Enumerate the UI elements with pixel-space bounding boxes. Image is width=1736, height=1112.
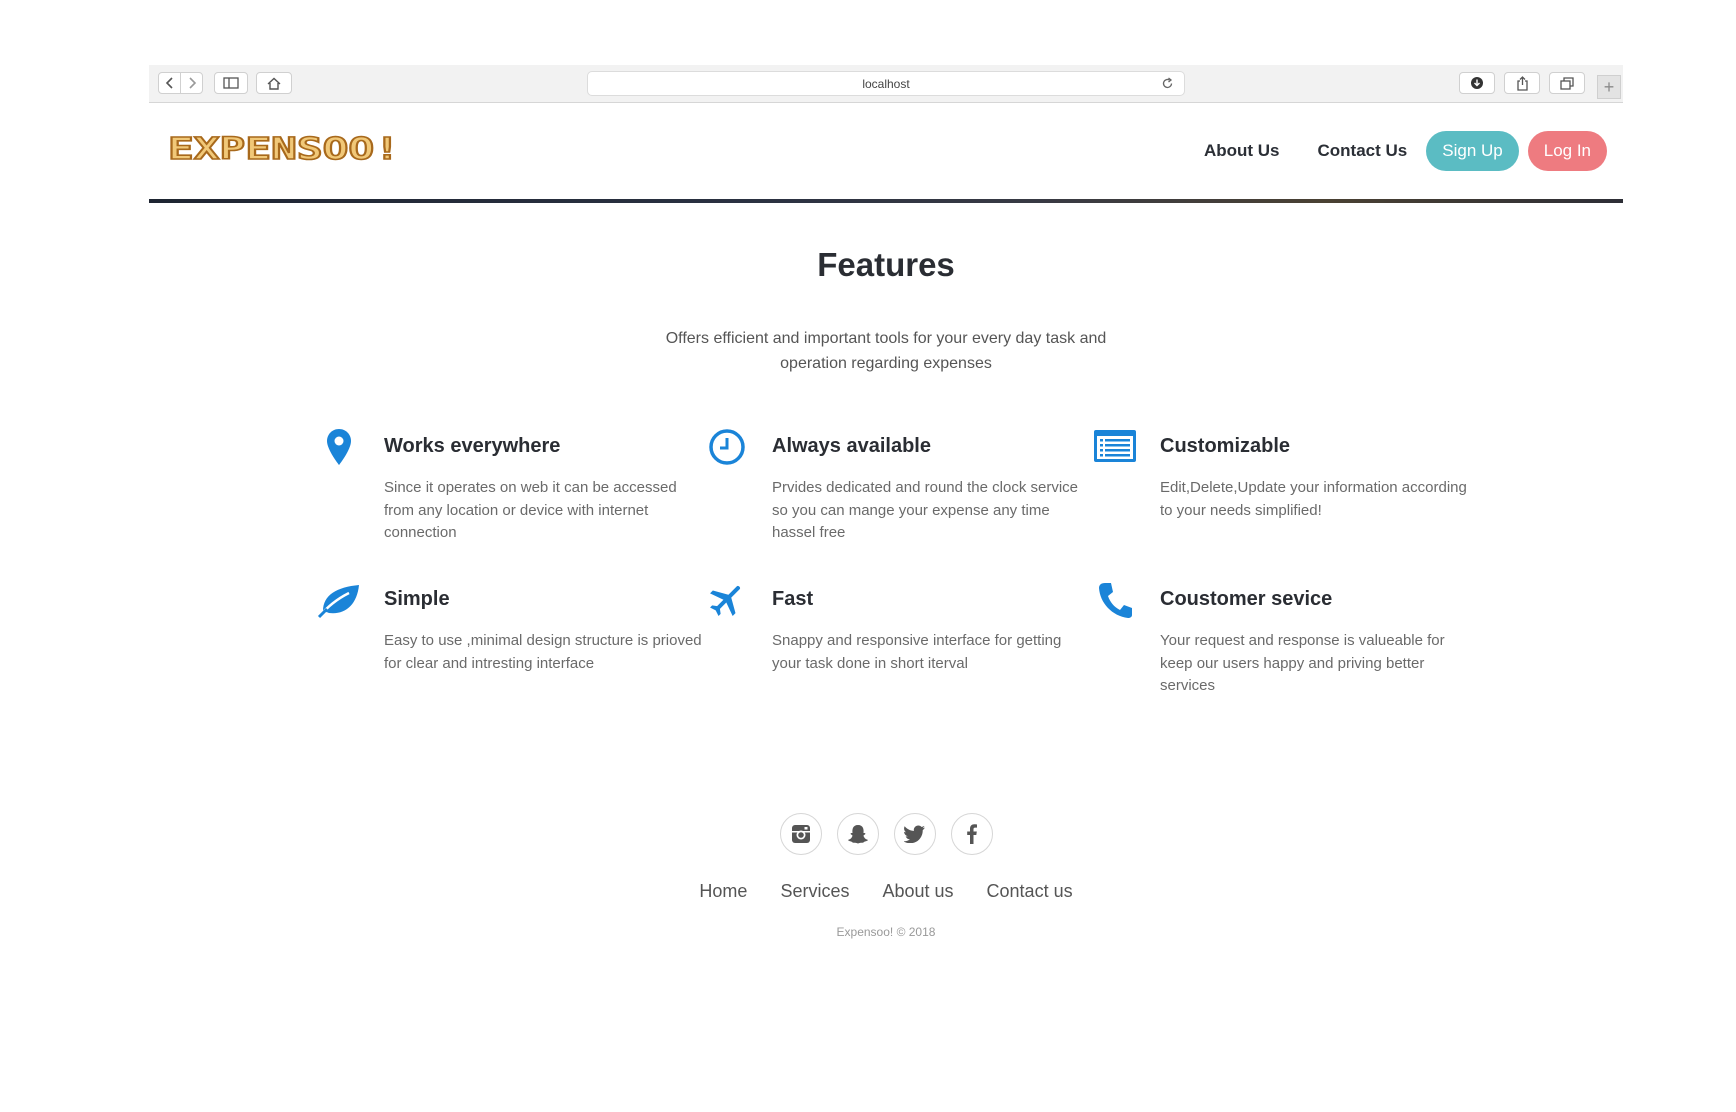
footer-nav: Home Services About us Contact us (149, 881, 1623, 902)
forward-button[interactable] (180, 72, 203, 94)
snapchat-link[interactable] (836, 813, 879, 855)
feature-title: Simple (384, 588, 450, 610)
share-button[interactable] (1504, 72, 1540, 94)
logo-text: EXPENSOO! (168, 132, 400, 167)
twitter-link[interactable] (893, 813, 936, 855)
sidebar-icon (223, 77, 239, 89)
clock-icon (702, 428, 752, 478)
feature-simple: Simple Easy to use ,minimal design struc… (317, 585, 704, 675)
features-subtitle: Offers efficient and important tools for… (665, 330, 1107, 372)
home-icon (267, 77, 281, 90)
feature-customizable: Customizable Edit,Delete,Update your inf… (1094, 430, 1480, 522)
facebook-link[interactable] (950, 813, 993, 855)
new-tab-button[interactable]: + (1597, 75, 1621, 99)
feature-text: Since it operates on web it can be acces… (384, 479, 677, 541)
list-icon (1090, 428, 1140, 478)
plus-icon: + (1603, 76, 1615, 97)
feature-title: Works everywhere (384, 435, 561, 457)
browser-toolbar: localhost + (149, 65, 1623, 103)
feature-text: Prvides dedicated and round the clock se… (772, 479, 1079, 541)
main-nav: About Us Contact Us Sign Up Log In (1204, 131, 1607, 171)
logo[interactable]: EXPENSOO! (166, 127, 406, 167)
footer-link-contact-us[interactable]: Contact us (987, 881, 1073, 902)
social-links (149, 813, 1623, 855)
leaf-icon (314, 581, 364, 631)
instagram-icon (791, 825, 810, 843)
address-text: localhost (862, 77, 910, 91)
feature-text: Snappy and responsive interface for gett… (772, 632, 1062, 672)
footer-link-about-us[interactable]: About us (882, 881, 953, 902)
header-divider (149, 199, 1623, 203)
log-in-button[interactable]: Log In (1527, 131, 1607, 171)
features-title: Features (817, 246, 955, 283)
feature-text: Easy to use ,minimal design structure is… (384, 632, 702, 672)
browser-window: localhost + EXPENSOO! About Us Contact U… (149, 65, 1623, 1065)
feature-always-available: Always available Prvides dedicated and r… (709, 429, 1092, 545)
download-button[interactable] (1459, 72, 1495, 94)
feature-title: Customizable (1160, 435, 1291, 457)
copyright-text: Expensoo! © 2018 (836, 925, 936, 939)
nav-contact-us[interactable]: Contact Us (1318, 141, 1408, 161)
share-icon (1516, 75, 1528, 91)
forward-icon (188, 77, 196, 89)
feature-fast: Fast Snappy and responsive interface for… (710, 585, 1092, 675)
sidebar-button[interactable] (214, 72, 248, 94)
download-icon (1471, 77, 1483, 89)
tabs-overview-button[interactable] (1549, 72, 1585, 94)
sign-up-button[interactable]: Sign Up (1426, 131, 1519, 171)
instagram-link[interactable] (779, 813, 822, 855)
airplane-icon (702, 581, 752, 631)
nav-about-us[interactable]: About Us (1204, 141, 1280, 161)
feature-title: Fast (772, 588, 814, 610)
phone-icon (1090, 581, 1140, 631)
site-header: EXPENSOO! About Us Contact Us Sign Up Lo… (149, 103, 1623, 195)
feature-text: Your request and response is valueable f… (1160, 632, 1445, 694)
home-button[interactable] (256, 72, 292, 94)
feature-customer-service: Coustomer sevice Your request and respon… (1099, 583, 1480, 698)
tabs-icon (1560, 76, 1574, 90)
feature-text: Edit,Delete,Update your information acco… (1160, 479, 1467, 519)
feature-title: Coustomer sevice (1160, 588, 1333, 610)
map-pin-icon (314, 428, 364, 478)
footer-link-home[interactable]: Home (699, 881, 747, 902)
back-button[interactable] (158, 72, 181, 94)
snapchat-icon (847, 825, 868, 844)
reload-icon[interactable] (1161, 77, 1174, 90)
footer-link-services[interactable]: Services (780, 881, 849, 902)
address-bar[interactable]: localhost (587, 71, 1185, 96)
feature-title: Always available (772, 435, 931, 457)
twitter-icon (903, 825, 925, 843)
facebook-icon (966, 824, 977, 844)
feature-works-everywhere: Works everywhere Since it operates on we… (327, 429, 704, 545)
back-icon (165, 77, 173, 89)
